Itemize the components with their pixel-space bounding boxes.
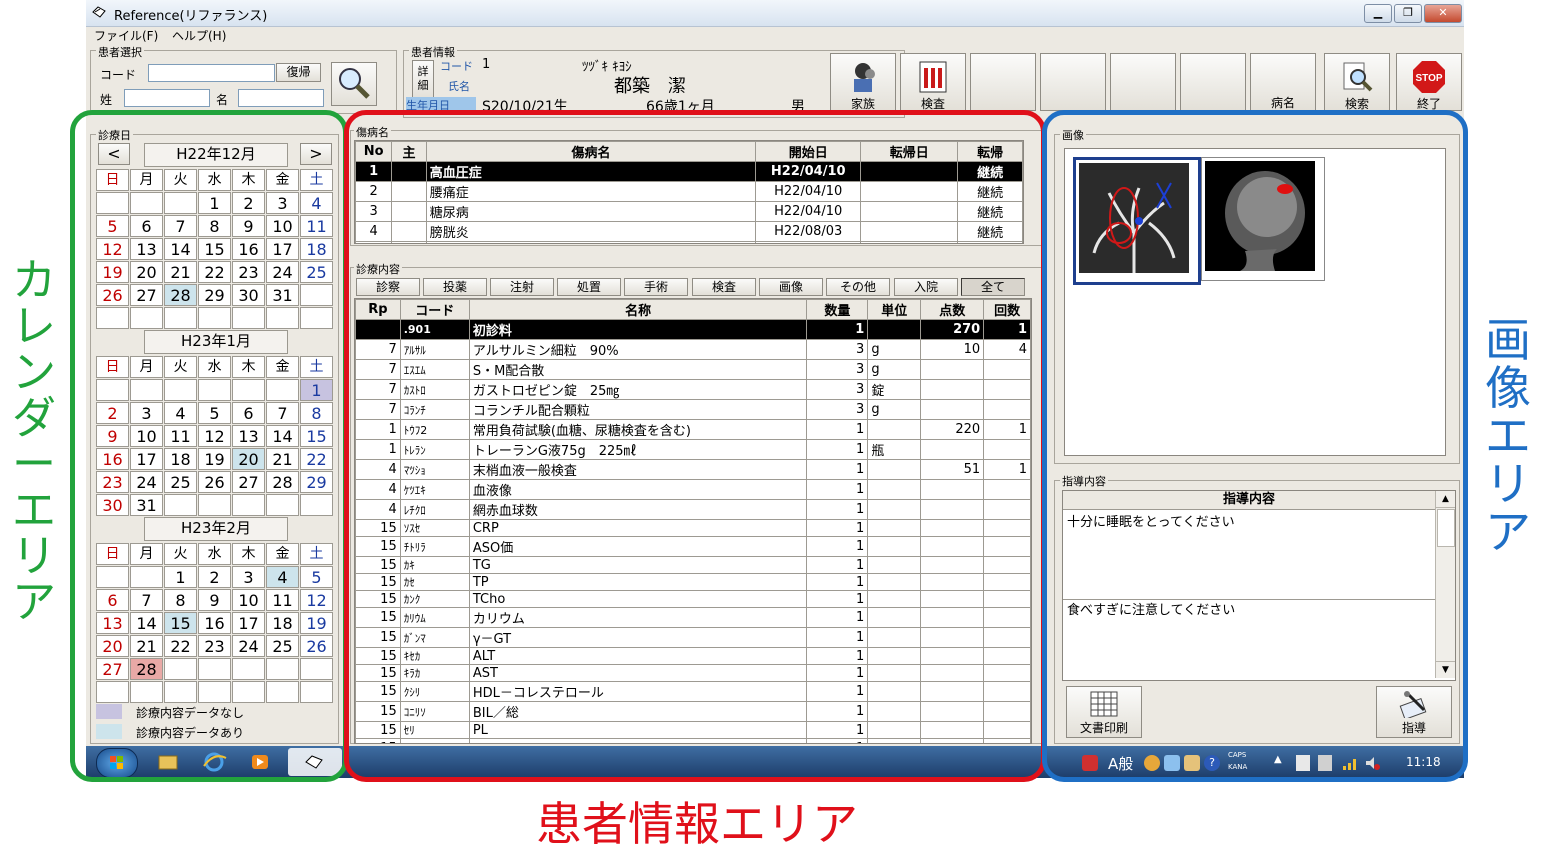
toolbar-blank-4[interactable] — [1180, 53, 1246, 111]
search-button[interactable]: 検索 — [1324, 53, 1390, 111]
patient-name: 都築 潔 — [614, 76, 686, 97]
magnifier-icon — [339, 68, 370, 99]
patient-select-label: 患者選択 — [96, 44, 144, 60]
patient-age: 66歳1ヶ月 — [646, 99, 715, 111]
surname-input[interactable] — [124, 89, 210, 107]
toolbar-blank-3[interactable] — [1110, 53, 1176, 111]
image-area-caption: 画像エリア — [1485, 313, 1531, 559]
code-input[interactable] — [148, 64, 275, 82]
birth-label: 生年月日 — [406, 97, 476, 111]
name-input[interactable] — [238, 89, 324, 107]
code-label: コード — [100, 68, 137, 82]
search-patient-button[interactable] — [331, 62, 377, 106]
svg-text:STOP: STOP — [1415, 73, 1442, 84]
menu-file[interactable]: ファイル(F) — [94, 27, 158, 44]
patient-code-value: 1 — [482, 57, 491, 72]
detail-button[interactable]: 詳細 — [412, 60, 434, 100]
family-button[interactable]: 家族 — [830, 53, 896, 111]
patient-sex: 男 — [791, 99, 805, 111]
test-button[interactable]: 検査 — [900, 53, 966, 111]
disease-button[interactable]: 病名 — [1250, 53, 1316, 111]
toolbar-blank-2[interactable] — [1040, 53, 1106, 111]
window-title: Reference(リファランス) — [114, 9, 268, 24]
menu-help[interactable]: ヘルプ(H) — [172, 27, 226, 44]
app-icon — [92, 6, 106, 18]
birth-date: S20/10/21生 — [482, 99, 568, 111]
test-tubes-icon — [919, 61, 947, 93]
menu-bar: ファイル(F) ヘルプ(H) — [86, 26, 1464, 43]
patient-code-label: コード — [440, 60, 473, 73]
calendar-area-caption: カレンダーエリア — [12, 255, 56, 628]
search-icon — [1343, 62, 1373, 92]
minimize-button[interactable]: ▁ — [1364, 4, 1392, 23]
restore-button[interactable]: 復帰 — [276, 63, 321, 82]
patient-name-label: 氏名 — [448, 80, 470, 93]
close-button[interactable]: ✕ — [1424, 4, 1462, 23]
patient-area-caption: 患者情報エリア — [536, 797, 858, 851]
toolbar-blank-1[interactable] — [970, 53, 1036, 111]
stop-sign-icon: STOP — [1413, 61, 1445, 93]
name-label: 名 — [216, 93, 229, 107]
image-area-outline — [1042, 110, 1468, 782]
surname-label: 姓 — [100, 93, 113, 107]
title-bar: Reference(リファランス) ▁ ❐ ✕ — [86, 0, 1464, 27]
maximize-button[interactable]: ❐ — [1394, 4, 1422, 23]
disease-label: 病名 — [1270, 96, 1295, 110]
calendar-area-outline — [70, 110, 348, 782]
patient-area-outline — [344, 110, 1046, 782]
exit-button[interactable]: STOP 終了 — [1396, 53, 1462, 111]
family-icon — [854, 63, 875, 92]
